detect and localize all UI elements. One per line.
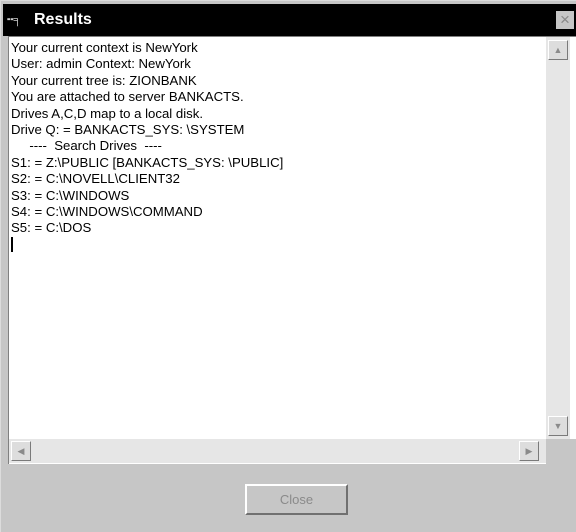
text-caret xyxy=(11,236,13,252)
output-line: You are attached to server BANKACTS. xyxy=(11,89,244,105)
horizontal-scrollbar[interactable]: ◀ ▶ xyxy=(9,439,546,463)
scroll-right-arrow-icon[interactable]: ▶ xyxy=(519,441,539,461)
output-line: S2: = C:\NOVELL\CLIENT32 xyxy=(11,171,180,187)
close-button[interactable]: Close xyxy=(245,484,348,515)
title-bar: ╍╕ Results × xyxy=(3,4,576,36)
output-line: Your current tree is: ZIONBANK xyxy=(11,72,197,88)
output-line: S5: = C:\DOS xyxy=(11,220,92,236)
app-icon: ╍╕ xyxy=(7,14,22,26)
output-line: ---- Search Drives ---- xyxy=(11,138,162,154)
output-line: S1: = Z:\PUBLIC [BANKACTS_SYS: \PUBLIC] xyxy=(11,154,284,170)
scrollbar-corner xyxy=(546,439,576,464)
output-line: S4: = C:\WINDOWS\COMMAND xyxy=(11,204,203,220)
vertical-scrollbar[interactable]: ▲ ▼ xyxy=(546,37,570,439)
output-line: Drives A,C,D map to a local disk. xyxy=(11,105,204,121)
output-line: Your current context is NewYork xyxy=(11,40,198,55)
output-text: Your current context is NewYork User: adm… xyxy=(11,40,541,253)
results-window: ╍╕ Results × Your current context is New… xyxy=(0,0,576,532)
scroll-left-arrow-icon[interactable]: ◀ xyxy=(11,441,31,461)
scroll-up-arrow-icon[interactable]: ▲ xyxy=(548,40,568,60)
output-line: Drive Q: = BANKACTS_SYS: \SYSTEM xyxy=(11,122,245,138)
results-text-area[interactable]: Your current context is NewYork User: adm… xyxy=(8,36,576,464)
close-icon[interactable]: × xyxy=(556,11,574,29)
output-line: S3: = C:\WINDOWS xyxy=(11,187,130,203)
output-line: User: admin Context: NewYork xyxy=(11,56,191,72)
scroll-down-arrow-icon[interactable]: ▼ xyxy=(548,416,568,436)
window-title: Results xyxy=(34,11,92,28)
